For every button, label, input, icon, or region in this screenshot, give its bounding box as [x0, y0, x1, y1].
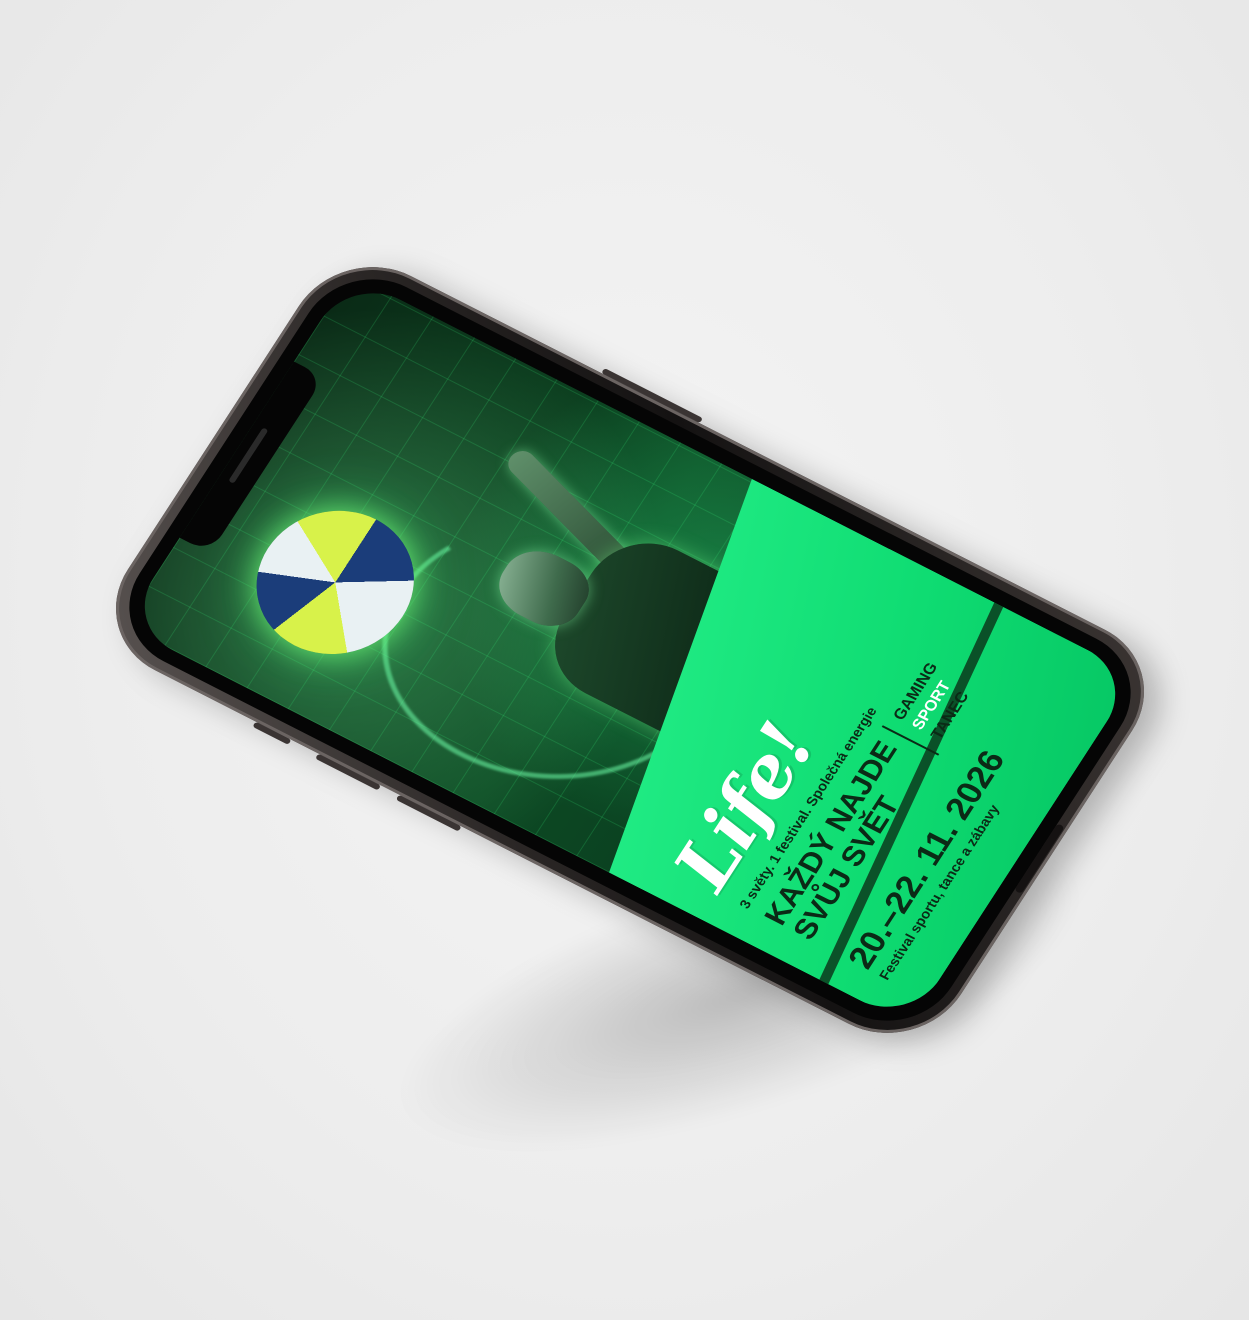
mockup-stage: Life! 3 světy. 1 festival. Společná ener…	[0, 0, 1249, 1320]
